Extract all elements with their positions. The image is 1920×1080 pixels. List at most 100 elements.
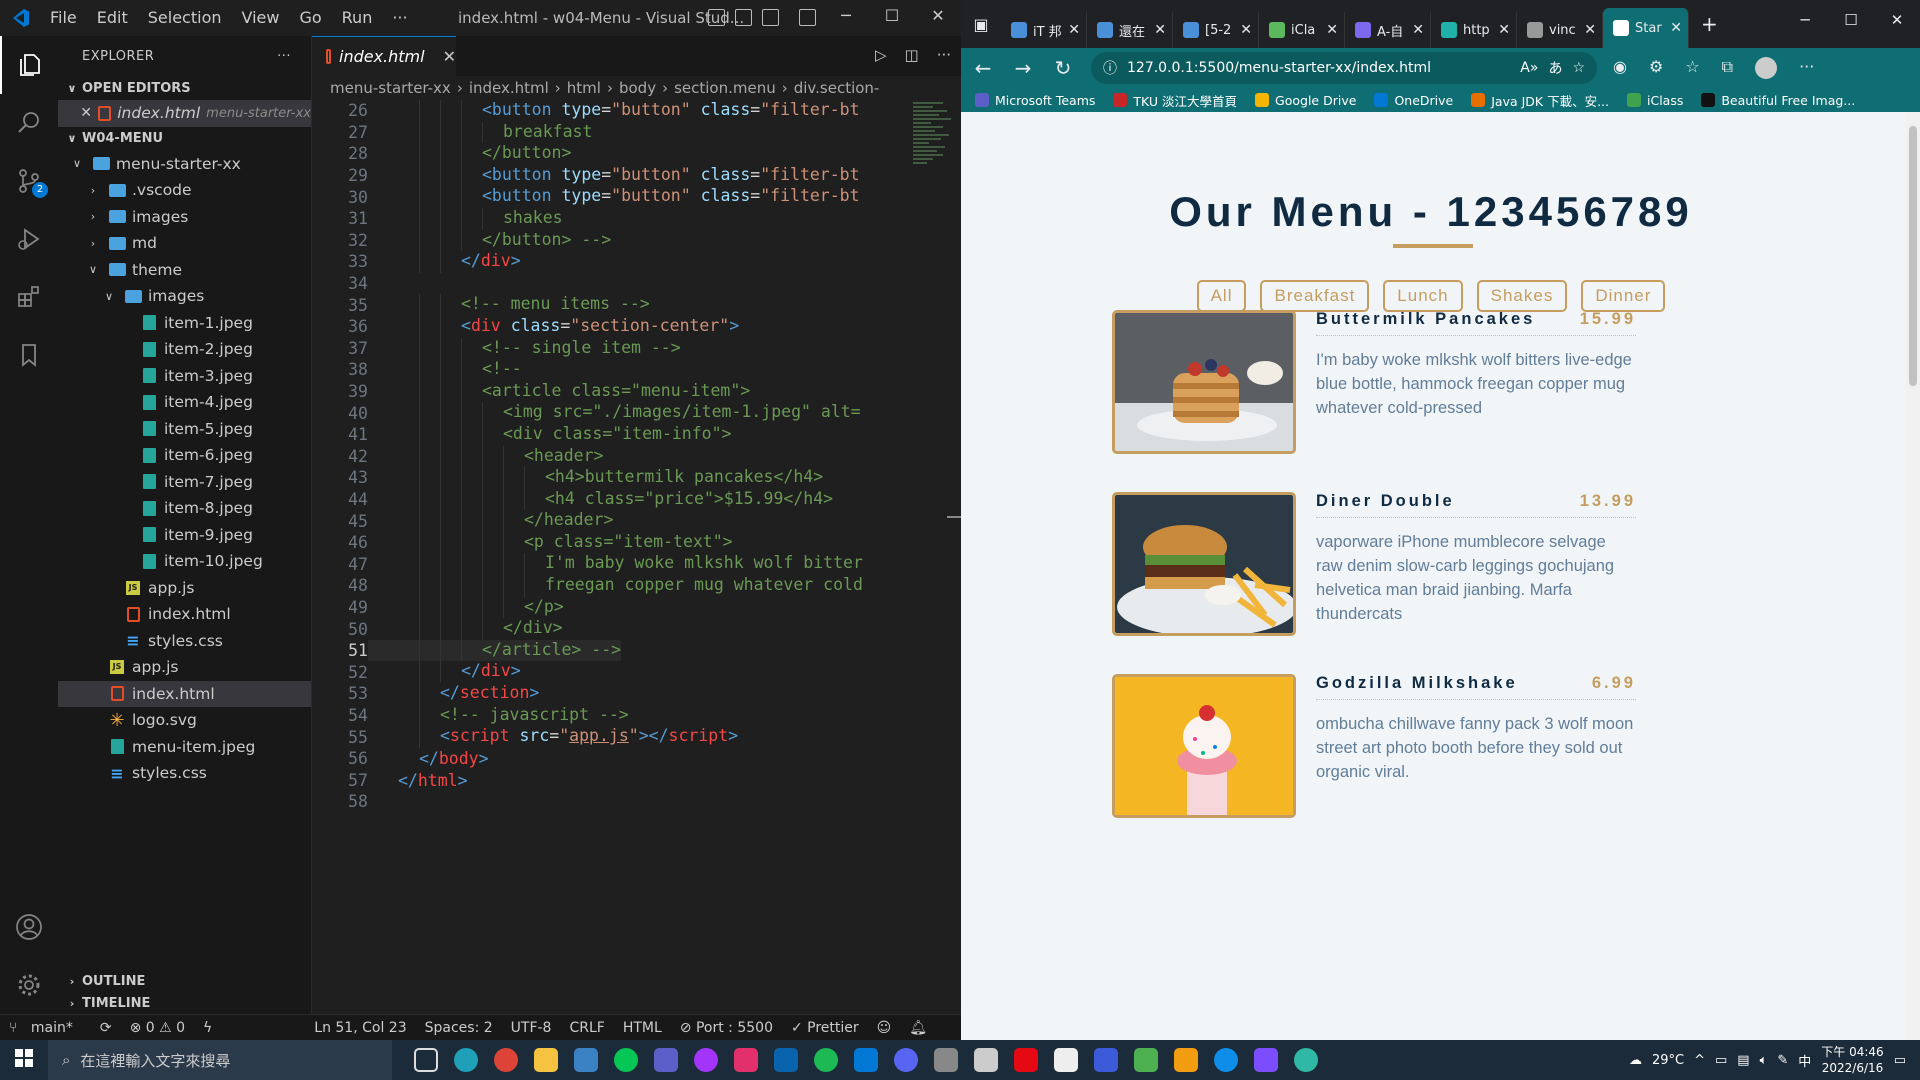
pen-input-icon[interactable]: ✎ xyxy=(1777,1053,1788,1068)
file-tree-item[interactable]: ≡ styles.css xyxy=(58,760,311,787)
code-line[interactable]: 45 </header> xyxy=(312,510,961,532)
browser-tab[interactable]: 還在 ✕ xyxy=(1087,12,1173,48)
close-tab-icon[interactable]: ✕ xyxy=(1154,22,1166,38)
file-tree-item[interactable]: › .vscode xyxy=(58,177,311,204)
address-bar[interactable]: ⓘ 127.0.0.1:5500/menu-starter-xx/index.h… xyxy=(1091,52,1597,84)
editor-scrollbar[interactable] xyxy=(947,516,961,518)
outlook-icon[interactable] xyxy=(774,1048,798,1072)
close-tab-icon[interactable]: ✕ xyxy=(1240,22,1252,38)
code-line[interactable]: 49 </p> xyxy=(312,596,961,619)
lightning-icon[interactable]: ϟ xyxy=(194,1020,221,1036)
code-line[interactable]: 29 <button type="button" class="filter-bt xyxy=(312,164,961,187)
crystal-icon[interactable] xyxy=(1254,1048,1278,1072)
notifications-bell-icon[interactable]: 🔔︎ xyxy=(900,1020,936,1036)
code-line[interactable]: 32 </button> --> xyxy=(312,229,961,252)
customize-layout-icon[interactable] xyxy=(799,9,816,26)
code-line[interactable]: 50 </div> xyxy=(312,618,961,640)
translate-icon[interactable]: あ xyxy=(1548,58,1562,78)
tray-chevron-icon[interactable]: ^ xyxy=(1694,1053,1705,1068)
clock[interactable]: 下午 04:46 2022/6/16 xyxy=(1821,1044,1883,1076)
code-line[interactable]: 53 </section> xyxy=(312,683,961,705)
vscode-taskbar-icon[interactable] xyxy=(854,1048,878,1072)
read-aloud-icon[interactable]: A» xyxy=(1520,60,1538,76)
close-tab-icon[interactable]: ✕ xyxy=(443,47,456,66)
code-line[interactable]: 38 <!-- xyxy=(312,359,961,381)
code-line[interactable]: 30 <button type="button" class="filter-bt xyxy=(312,186,961,208)
code-line[interactable]: 34 xyxy=(312,273,961,295)
file-tree-item[interactable]: item-3.jpeg xyxy=(58,363,311,390)
menu-item[interactable]: File xyxy=(40,0,87,36)
menu-item[interactable]: Edit xyxy=(87,0,138,36)
pen-icon[interactable] xyxy=(1054,1048,1078,1072)
file-tree-item[interactable]: item-9.jpeg xyxy=(58,522,311,549)
code-line[interactable]: 42 <header> xyxy=(312,445,961,468)
problems-indicator[interactable]: ⊗ 0 ⚠ 0 xyxy=(121,1020,194,1036)
filter-button[interactable]: Lunch xyxy=(1383,280,1463,312)
git-branch[interactable]: ⑂ main* xyxy=(0,1020,91,1036)
code-line[interactable]: 57 </html> xyxy=(312,769,961,791)
copy-icon[interactable] xyxy=(1174,1048,1198,1072)
code-line[interactable]: 26 <button type="button" class="filter-bt xyxy=(312,100,961,122)
prettier-status[interactable]: ✓ Prettier xyxy=(782,1020,868,1036)
workspace-section[interactable]: ∨ W04-MENU xyxy=(58,127,311,151)
dev-icon[interactable] xyxy=(1094,1048,1118,1072)
extension-icon[interactable]: ◉ xyxy=(1613,57,1627,79)
printer-icon[interactable] xyxy=(934,1048,958,1072)
bookmark-item[interactable]: TKU 淡江大學首頁 xyxy=(1113,91,1237,110)
bookmark-icon[interactable] xyxy=(0,326,58,384)
accounts-icon[interactable] xyxy=(0,898,58,956)
teams-icon[interactable] xyxy=(654,1048,678,1072)
browser-menu-icon[interactable]: ··· xyxy=(1799,57,1814,79)
settings-gear-icon[interactable] xyxy=(0,956,58,1014)
close-tab-icon[interactable]: ✕ xyxy=(1326,22,1338,38)
code-line[interactable]: 39 <article class="menu-item"> xyxy=(312,380,961,403)
filter-button[interactable]: All xyxy=(1196,280,1247,312)
code-line[interactable]: 55 <script src="app.js"></script> xyxy=(312,726,961,748)
browser-tab[interactable]: Star ✕ xyxy=(1603,8,1689,48)
search-icon[interactable] xyxy=(0,94,58,152)
cursor-position[interactable]: Ln 51, Col 23 xyxy=(305,1020,415,1036)
battery-icon[interactable]: ▭ xyxy=(1715,1053,1727,1068)
run-debug-icon[interactable] xyxy=(0,210,58,268)
filter-button[interactable]: Breakfast xyxy=(1260,280,1370,312)
breadcrumb-item[interactable]: index.html xyxy=(469,79,549,97)
bookmark-item[interactable]: Java JDK 下載、安... xyxy=(1471,91,1609,110)
maximize-button[interactable]: ☐ xyxy=(869,0,915,36)
tab-index-html[interactable]: index.html ✕ xyxy=(312,36,456,76)
close-editor-icon[interactable]: ✕ xyxy=(80,105,92,121)
file-tree-item[interactable]: item-1.jpeg xyxy=(58,310,311,337)
forward-arrow-icon[interactable]: → xyxy=(1011,56,1035,80)
chat-icon[interactable] xyxy=(1134,1048,1158,1072)
file-tree-item[interactable]: › md xyxy=(58,230,311,257)
browser-tab[interactable]: iCla ✕ xyxy=(1259,12,1345,48)
breadcrumb-item[interactable]: menu-starter-xx xyxy=(330,79,451,97)
browser-maximize-button[interactable]: ☐ xyxy=(1828,0,1874,40)
bookmark-item[interactable]: OneDrive xyxy=(1374,93,1453,108)
notification-center-icon[interactable]: ▭ xyxy=(1894,1053,1906,1068)
page-scrollbar[interactable] xyxy=(1906,112,1920,1040)
code-line[interactable]: 54 <!-- javascript --> xyxy=(312,704,961,727)
netflix-icon[interactable] xyxy=(1014,1048,1038,1072)
file-tree-item[interactable]: ∨ theme xyxy=(58,257,311,284)
close-tab-icon[interactable]: ✕ xyxy=(1498,22,1510,38)
favorites-icon[interactable]: ☆ xyxy=(1685,57,1699,79)
code-line[interactable]: 43 <h4>buttermilk pancakes</h4> xyxy=(312,467,961,489)
spotify-icon[interactable] xyxy=(814,1048,838,1072)
menu-item[interactable]: Go xyxy=(289,0,331,36)
filter-button[interactable]: Dinner xyxy=(1581,280,1666,312)
discord-icon[interactable] xyxy=(894,1048,918,1072)
file-tree-item[interactable]: ∨ menu-starter-xx xyxy=(58,151,311,178)
filter-button[interactable]: Shakes xyxy=(1476,280,1568,312)
language-mode[interactable]: HTML xyxy=(614,1020,671,1036)
edge-dev-icon[interactable] xyxy=(1294,1048,1318,1072)
file-tree-item[interactable]: item-7.jpeg xyxy=(58,469,311,496)
file-tree-item[interactable]: index.html xyxy=(58,601,311,628)
line-icon[interactable] xyxy=(614,1048,638,1072)
browser-minimize-button[interactable]: ─ xyxy=(1782,0,1828,40)
info-icon[interactable]: ⓘ xyxy=(1103,58,1117,78)
tab-actions-icon[interactable]: ▣ xyxy=(961,15,1001,34)
temperature[interactable]: 29°C xyxy=(1652,1053,1684,1068)
code-line[interactable]: 52 </div> xyxy=(312,661,961,684)
minimize-button[interactable]: ─ xyxy=(823,0,869,36)
cube-icon[interactable] xyxy=(974,1048,998,1072)
